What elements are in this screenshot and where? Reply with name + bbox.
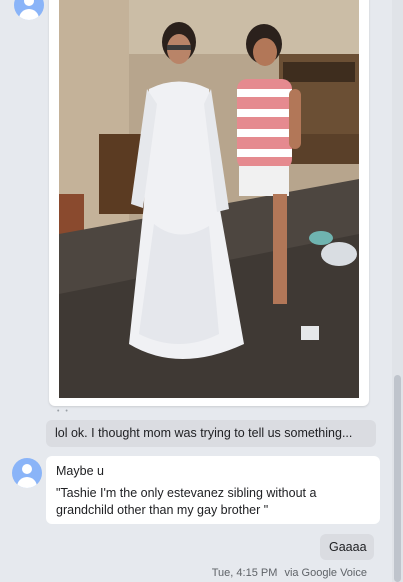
- message-thread: • • lol ok. I thought mom was trying to …: [0, 0, 392, 582]
- contact-avatar-icon: [14, 0, 44, 20]
- timestamp-source: via Google Voice: [284, 567, 367, 579]
- scrollbar[interactable]: [392, 0, 403, 582]
- timestamp-time: Tue, 4:15 PM: [211, 567, 278, 579]
- message-timestamp: Tue, 4:15 PM via Google Voice: [208, 567, 367, 579]
- scrollbar-thumb[interactable]: [394, 375, 401, 582]
- message-bubble-sent[interactable]: Gaaaa: [320, 534, 374, 560]
- contact-avatar-icon: [12, 458, 42, 488]
- message-text: Gaaaa: [329, 540, 367, 554]
- message-bubble[interactable]: Maybe u "Tashie I'm the only estevanez s…: [46, 456, 380, 524]
- message-text: Maybe u: [56, 464, 104, 478]
- message-text: "Tashie I'm the only estevanez sibling w…: [56, 486, 317, 517]
- message-text: lol ok. I thought mom was trying to tell…: [55, 426, 353, 440]
- photo-message[interactable]: [49, 0, 369, 406]
- photo-image[interactable]: [59, 0, 359, 398]
- typing-marker: • •: [57, 408, 70, 415]
- message-bubble[interactable]: lol ok. I thought mom was trying to tell…: [46, 420, 376, 447]
